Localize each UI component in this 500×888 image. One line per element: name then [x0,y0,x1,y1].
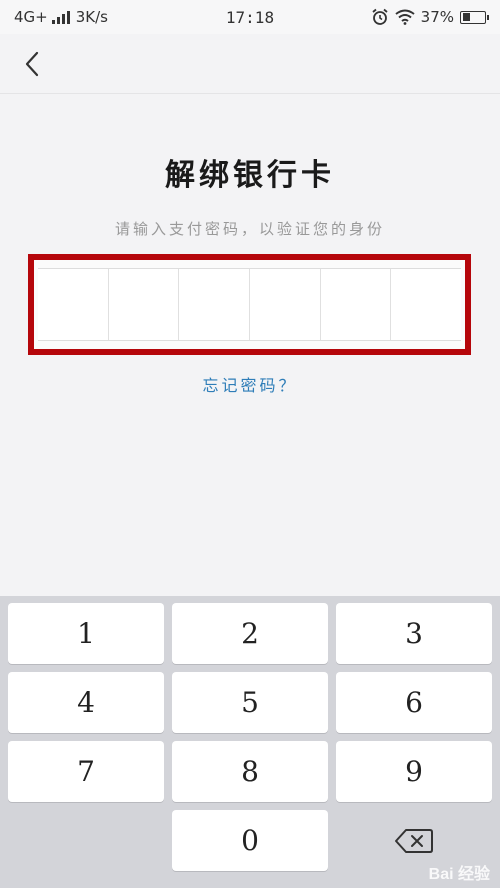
back-button[interactable] [16,48,48,80]
pin-cell [391,269,461,340]
numeric-keypad: 0987 654 321 Bai 经验 [0,596,500,888]
pin-cell [321,269,392,340]
status-right: 37% [371,8,489,26]
key-1[interactable]: 1 [8,603,164,664]
page-title: 解绑银行卡 [165,158,335,193]
alarm-icon [372,8,388,25]
key-5[interactable]: 5 [172,672,328,733]
watermark: Bai 经验 [428,866,490,883]
battery-percent: 37% [420,8,454,26]
key-0[interactable]: 0 [172,810,328,871]
status-left: 4G+ 3K/s [14,8,108,26]
pin-input[interactable] [38,268,461,341]
battery-icon [460,10,489,24]
wifi-icon [395,9,415,25]
status-bar: 4G+ 3K/s 17:18 37% [0,0,500,34]
key-6[interactable]: 6 [336,672,492,733]
key-4[interactable]: 4 [8,672,164,733]
signal-icon [51,10,70,24]
network-speed: 3K/s [75,8,108,26]
key-2[interactable]: 2 [172,603,328,664]
pin-cell [109,269,180,340]
subtitle: 请输入支付密码，以验证您的身份 [114,220,385,238]
network-type: 4G+ [14,8,48,26]
chevron-left-icon [25,51,39,77]
key-7[interactable]: 7 [8,741,164,802]
key-3[interactable]: 3 [336,603,492,664]
pin-input-highlight [28,254,471,355]
pin-cell [250,269,321,340]
pin-cell [38,269,109,340]
forgot-password-link[interactable]: 忘记密码？ [0,372,500,396]
pin-cell [179,269,251,340]
nav-bar [0,34,500,94]
key-9[interactable]: 9 [336,741,492,802]
battery-fill [462,13,471,21]
key-8[interactable]: 8 [172,741,328,802]
backspace-icon [395,828,433,853]
